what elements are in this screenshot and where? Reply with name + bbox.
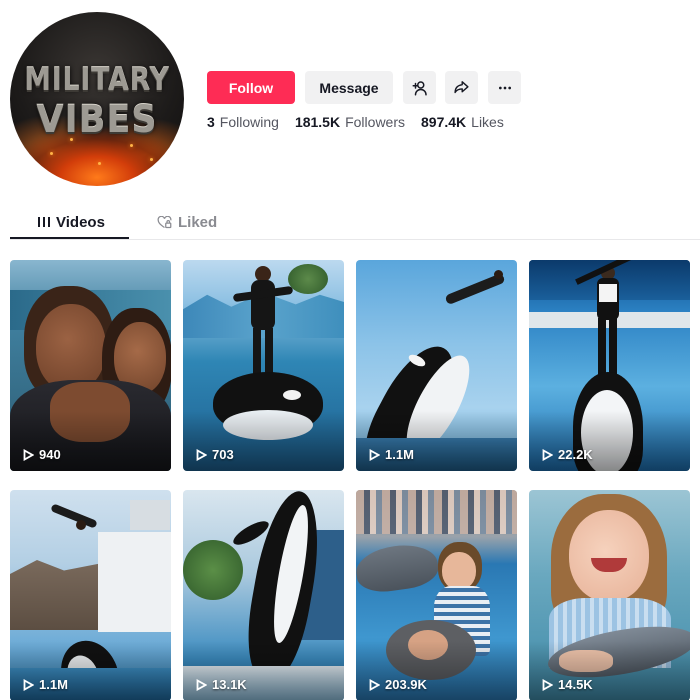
view-count-text: 1.1M bbox=[385, 447, 414, 462]
video-thumbnail[interactable]: 13.1K bbox=[183, 490, 344, 700]
likes-label: Likes bbox=[471, 114, 504, 130]
view-count: 13.1K bbox=[196, 677, 247, 692]
grid-icon bbox=[38, 217, 50, 227]
tab-videos-label: Videos bbox=[56, 213, 105, 231]
followers-stat[interactable]: 181.5K Followers bbox=[295, 114, 405, 130]
share-icon bbox=[454, 81, 469, 94]
play-icon bbox=[196, 448, 207, 461]
message-label: Message bbox=[319, 79, 379, 96]
following-stat[interactable]: 3 Following bbox=[207, 114, 279, 130]
view-count-text: 703 bbox=[212, 447, 234, 462]
ember-decoration bbox=[98, 162, 101, 165]
play-icon bbox=[369, 448, 380, 461]
more-button[interactable] bbox=[488, 71, 521, 104]
ember-decoration bbox=[50, 152, 53, 155]
play-icon bbox=[23, 448, 34, 461]
avatar-text-line1: MILITARY bbox=[24, 62, 170, 98]
view-count: 14.5K bbox=[542, 677, 593, 692]
follow-label: Follow bbox=[228, 79, 274, 96]
profile-tabs: Videos Liked bbox=[10, 205, 700, 240]
video-thumbnail[interactable]: 940 bbox=[10, 260, 171, 471]
video-thumbnail[interactable]: 14.5K bbox=[529, 490, 690, 700]
follow-button[interactable]: Follow bbox=[207, 71, 295, 104]
avatar-text-line2: VIBES bbox=[36, 98, 158, 141]
ember-decoration bbox=[150, 158, 153, 161]
more-icon bbox=[498, 86, 511, 89]
followers-label: Followers bbox=[345, 114, 405, 130]
profile-stats: 3 Following 181.5K Followers 897.4K Like… bbox=[207, 114, 520, 130]
tab-liked[interactable]: Liked bbox=[157, 205, 217, 239]
video-thumbnail[interactable]: 703 bbox=[183, 260, 344, 471]
add-friend-button[interactable] bbox=[403, 71, 436, 104]
view-count: 22.2K bbox=[542, 447, 593, 462]
ember-decoration bbox=[130, 144, 133, 147]
tab-liked-label: Liked bbox=[178, 213, 218, 231]
followers-count: 181.5K bbox=[294, 114, 341, 130]
likes-stat: 897.4K Likes bbox=[421, 114, 504, 130]
view-count: 1.1M bbox=[23, 677, 68, 692]
view-count: 1.1M bbox=[369, 447, 414, 462]
add-user-icon bbox=[412, 80, 427, 95]
view-count: 203.9K bbox=[369, 677, 427, 692]
following-label: Following bbox=[219, 114, 279, 130]
view-count: 940 bbox=[23, 447, 61, 462]
message-button[interactable]: Message bbox=[305, 71, 393, 104]
view-count-text: 203.9K bbox=[385, 677, 427, 692]
view-count: 703 bbox=[196, 447, 234, 462]
following-count: 3 bbox=[207, 114, 215, 130]
play-icon bbox=[196, 678, 207, 691]
active-tab-indicator bbox=[10, 237, 129, 239]
view-count-text: 14.5K bbox=[558, 677, 593, 692]
video-thumbnail[interactable]: 1.1M bbox=[356, 260, 517, 471]
view-count-text: 13.1K bbox=[212, 677, 247, 692]
view-count-text: 940 bbox=[39, 447, 61, 462]
play-icon bbox=[23, 678, 34, 691]
play-icon bbox=[369, 678, 380, 691]
heart-lock-icon bbox=[157, 215, 172, 228]
tab-videos[interactable]: Videos bbox=[38, 205, 105, 239]
share-button[interactable] bbox=[445, 71, 478, 104]
likes-count: 897.4K bbox=[421, 114, 467, 130]
video-thumbnail[interactable]: 1.1M bbox=[10, 490, 171, 700]
play-icon bbox=[542, 678, 553, 691]
view-count-text: 22.2K bbox=[558, 447, 593, 462]
ember-decoration bbox=[70, 138, 73, 141]
view-count-text: 1.1M bbox=[39, 677, 68, 692]
profile-avatar[interactable]: MILITARY VIBES bbox=[10, 12, 184, 186]
play-icon bbox=[542, 448, 553, 461]
video-thumbnail[interactable]: 203.9K bbox=[356, 490, 517, 700]
video-thumbnail[interactable]: 22.2K bbox=[529, 260, 690, 471]
